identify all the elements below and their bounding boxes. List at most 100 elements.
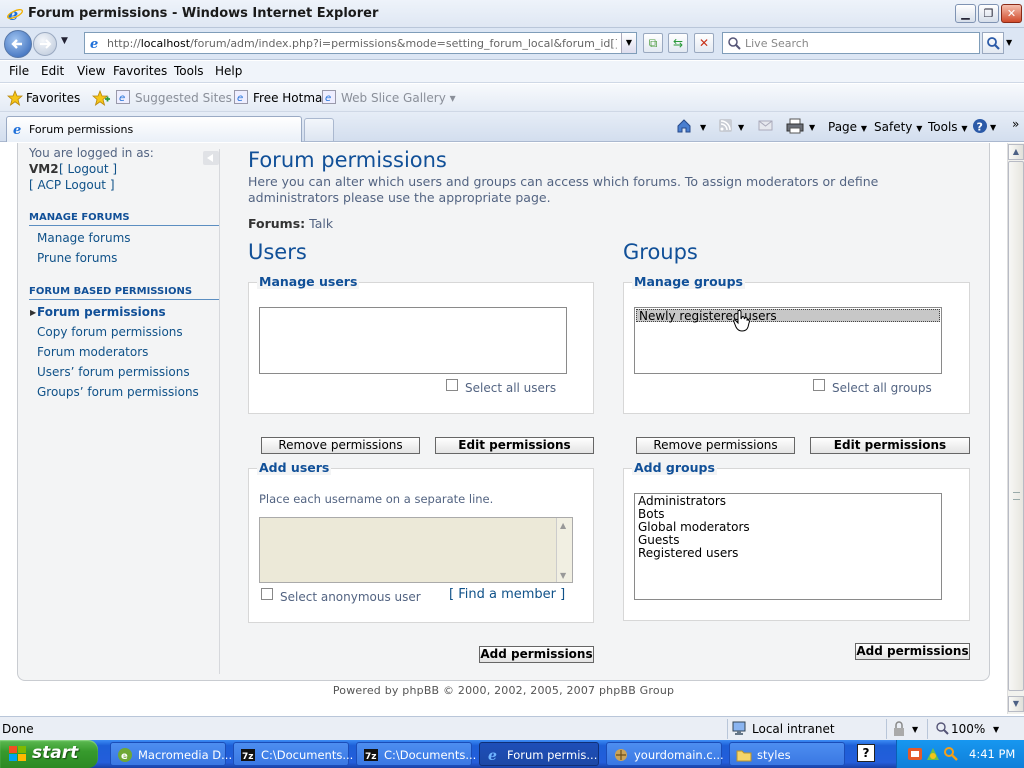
task-forum-permissions[interactable]: e Forum permis... — [479, 742, 599, 766]
add-to-favorites-icon[interactable] — [92, 90, 110, 106]
sidebar-item-forum-permissions[interactable]: Forum permissions — [37, 305, 166, 319]
safety-menu[interactable]: Safety ▼ — [874, 120, 922, 134]
zoom-dropdown[interactable]: ▼ — [993, 725, 999, 734]
address-url[interactable]: http://localhost/forum/adm/index.php?i=p… — [107, 37, 617, 50]
page-scrollbar[interactable]: ▲ ▼ — [1007, 143, 1024, 714]
home-dropdown[interactable]: ▼ — [700, 123, 706, 132]
sidebar-item-manage-forums[interactable]: Manage forums — [37, 231, 131, 245]
web-slice-gallery-link[interactable]: Web Slice Gallery ▾ — [341, 91, 456, 105]
usernames-textarea[interactable]: ▲ ▼ — [259, 517, 573, 583]
sidebar-item-users-forum-permissions[interactable]: Users’ forum permissions — [37, 365, 190, 379]
groups-edit-permissions-button[interactable]: Edit permissions — [810, 437, 970, 454]
task-documents-1[interactable]: 7z C:\Documents... — [233, 742, 353, 766]
feeds-icon[interactable] — [718, 118, 734, 134]
list-item[interactable]: Newly registered users — [636, 309, 940, 323]
menu-file[interactable]: File — [9, 64, 29, 78]
search-field[interactable]: Live Search — [722, 32, 980, 54]
help-dropdown[interactable]: ▼ — [990, 123, 996, 132]
task-label: yourdomain.c... — [634, 748, 724, 762]
page-menu[interactable]: Page ▼ — [828, 120, 867, 134]
manage-users-legend: Manage users — [257, 274, 360, 289]
status-divider — [727, 719, 728, 739]
add-group-permissions-button[interactable]: Add permissions — [855, 643, 970, 660]
sidebar-item-forum-moderators[interactable]: Forum moderators — [37, 345, 148, 359]
list-item[interactable]: Global moderators — [636, 521, 940, 534]
minimize-button[interactable]: ▁ — [955, 4, 976, 23]
menu-edit[interactable]: Edit — [41, 64, 64, 78]
sidebar-item-prune-forums[interactable]: Prune forums — [37, 251, 117, 265]
stop-button[interactable]: ✕ — [694, 33, 714, 53]
new-tab-button[interactable] — [304, 118, 334, 142]
windows-logo-icon — [9, 746, 26, 761]
sidebar-collapse-button[interactable] — [203, 151, 219, 165]
maximize-button[interactable]: ❐ — [978, 4, 999, 23]
task-yourdomain[interactable]: yourdomain.c... — [606, 742, 724, 766]
find-a-member-link[interactable]: [ Find a member ] — [449, 587, 565, 602]
select-all-users-checkbox[interactable] — [446, 379, 458, 391]
menu-view[interactable]: View — [77, 64, 105, 78]
read-mail-icon[interactable] — [758, 118, 774, 134]
page-title: Forum permissions — [248, 148, 447, 172]
tray-app-icon[interactable] — [907, 746, 923, 762]
refresh-button[interactable]: ⇆ — [668, 33, 688, 53]
sidebar-item-copy-forum-permissions[interactable]: Copy forum permissions — [37, 325, 183, 339]
folder-icon — [736, 750, 752, 762]
favorites-button[interactable]: Favorites — [26, 91, 80, 105]
list-item[interactable]: Administrators — [636, 495, 940, 508]
manage-users-listbox[interactable] — [259, 307, 567, 374]
more-commands-chevron[interactable]: » — [1012, 117, 1019, 131]
tray-network-icon[interactable] — [925, 746, 941, 762]
scroll-up-button[interactable]: ▲ — [1008, 144, 1024, 160]
groups-remove-permissions-button[interactable]: Remove permissions — [636, 437, 795, 454]
address-dropdown[interactable]: ▼ — [621, 33, 636, 53]
select-anonymous-user-checkbox[interactable] — [261, 588, 273, 600]
print-dropdown[interactable]: ▼ — [809, 123, 815, 132]
tools-menu[interactable]: Tools ▼ — [928, 120, 968, 134]
task-macromedia[interactable]: e Macromedia D... — [110, 742, 232, 766]
logout-link[interactable]: [ Logout ] — [59, 162, 117, 176]
zoom-level[interactable]: 100% — [951, 722, 985, 736]
add-groups-listbox[interactable]: Administrators Bots Global moderators Gu… — [634, 493, 942, 600]
task-styles[interactable]: styles — [729, 742, 845, 766]
sidebar-item-groups-forum-permissions[interactable]: Groups’ forum permissions — [37, 385, 199, 399]
textarea-scrollbar[interactable]: ▲ ▼ — [556, 518, 572, 582]
compatibility-view-button[interactable]: ⧉ — [643, 33, 663, 53]
scroll-down-button[interactable]: ▼ — [1008, 696, 1024, 712]
security-zone: Local intranet — [752, 722, 835, 736]
svg-text:e: e — [488, 748, 497, 763]
users-remove-permissions-button[interactable]: Remove permissions — [261, 437, 420, 454]
tab-forum-permissions[interactable]: e Forum permissions — [6, 116, 302, 142]
help-icon[interactable]: ? — [972, 118, 988, 134]
suggested-sites-link[interactable]: Suggested Sites ▾ — [135, 91, 242, 105]
acp-logout-link[interactable]: [ ACP Logout ] — [29, 178, 115, 192]
internet-explorer-icon: e — [488, 748, 497, 763]
list-item[interactable]: Registered users — [636, 547, 940, 560]
add-user-permissions-button[interactable]: Add permissions — [479, 646, 594, 663]
print-icon[interactable] — [786, 118, 804, 134]
menu-help[interactable]: Help — [215, 64, 242, 78]
menu-tools[interactable]: Tools — [174, 64, 204, 78]
search-options-dropdown[interactable]: ▼ — [1006, 38, 1012, 47]
menu-favorites[interactable]: Favorites — [113, 64, 167, 78]
favorites-star-icon — [7, 90, 23, 106]
free-hotmail-link[interactable]: Free Hotmail — [253, 91, 329, 105]
feeds-dropdown[interactable]: ▼ — [738, 123, 744, 132]
back-button[interactable] — [4, 30, 32, 58]
task-documents-2[interactable]: 7z C:\Documents... — [356, 742, 476, 766]
protected-mode-dropdown[interactable]: ▼ — [912, 725, 918, 734]
scrollbar-thumb[interactable] — [1008, 161, 1024, 691]
manage-groups-listbox[interactable]: Newly registered users — [634, 307, 942, 374]
protected-mode-icon[interactable] — [892, 721, 906, 737]
search-go-button[interactable] — [982, 32, 1004, 54]
select-all-groups-checkbox[interactable] — [813, 379, 825, 391]
home-icon[interactable] — [676, 118, 692, 134]
recent-pages-dropdown[interactable]: ▼ — [61, 36, 68, 46]
close-button[interactable]: ✕ — [1001, 4, 1022, 23]
start-button[interactable]: start — [0, 740, 98, 768]
address-field[interactable]: e http://localhost/forum/adm/index.php?i… — [84, 32, 637, 54]
users-edit-permissions-button[interactable]: Edit permissions — [435, 437, 594, 454]
tray-search-icon[interactable] — [943, 746, 959, 762]
forward-button[interactable] — [33, 32, 57, 56]
web-slice-gallery-icon: e — [322, 90, 336, 104]
help-tray-icon[interactable]: ? — [857, 744, 875, 762]
